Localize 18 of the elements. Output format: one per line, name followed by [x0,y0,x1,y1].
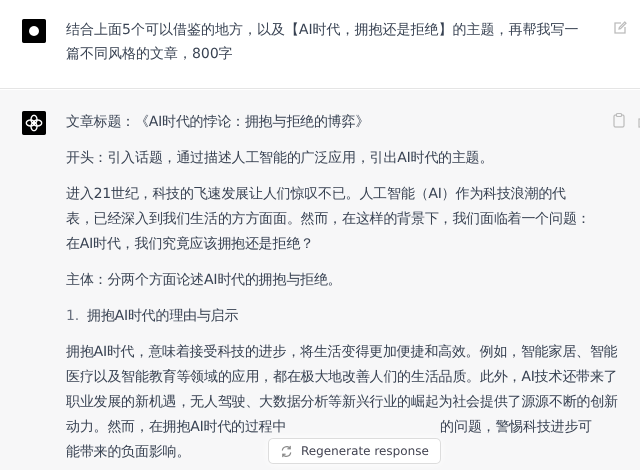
paragraph: 主体：分两个方面论述AI时代的拥抱与拒绝。 [66,271,343,290]
text-line: 医疗以及智能教育等领域的应用，都在极大地改善人们的生活品质。此外，AI技术还带来了 [66,368,618,387]
text-line: 动力。然而，在拥抱AI时代的过程中 [66,418,286,437]
text-line: 能带来的负面影响。 [66,443,190,462]
text-line: 拥抱AI时代，意味着接受科技的进步，将生活变得更加便捷和高效。例如，智能家居、智能 [66,343,618,362]
clipboard-icon[interactable] [612,112,626,128]
list-number: 1. [66,307,79,326]
refresh-icon [280,444,293,458]
user-message: 结合上面5个可以借鉴的地方，以及【AI时代，拥抱还是拒绝】的主题，再帮我写一篇不同风格的文章，800字 [66,21,580,64]
regenerate-response-button[interactable]: Regenerate response [268,438,441,464]
paragraph: 文章标题：《AI时代的悖论：拥抱与拒绝的博弈》 [66,113,370,132]
paragraph: 进入21世纪，科技的飞速发展让人们惊叹不已。人工智能（AI）作为科技浪潮的代表，已经深入到我们生活的方方面面。然而，在这样的背景下，我们面临着一个问题：在AI时代，我们究竟应该拥抱还是拒绝？ [66,185,592,254]
paragraph: 开头：引入话题，通过描述人工智能的广泛应用，引出AI时代的主题。 [66,149,494,168]
list-item-text: 拥抱AI时代的理由与启示 [86,307,238,326]
avatar-icon [28,25,40,37]
edit-icon[interactable] [612,20,628,36]
text-line-end: 的问题，警惕科技进步可 [440,418,592,437]
text-line: 职业发展的新机遇，无人驾驶、大数据分析等新兴行业的崛起为社会提供了源源不断的创新 [66,393,618,412]
